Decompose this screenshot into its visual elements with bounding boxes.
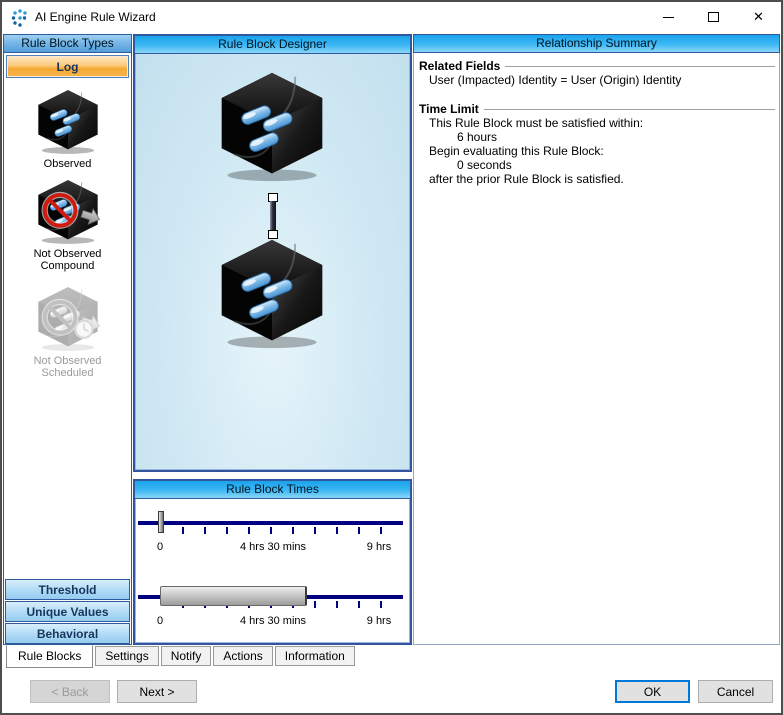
type-label: Not Observed Compound — [13, 248, 123, 272]
close-icon: ✕ — [753, 9, 764, 25]
tab-actions[interactable]: Actions — [213, 646, 272, 666]
relationship-summary-header: Relationship Summary — [413, 34, 780, 53]
unique-values-category-button[interactable]: Unique Values — [5, 601, 130, 622]
slider-track[interactable] — [138, 521, 403, 525]
behavioral-category-button[interactable]: Behavioral — [5, 623, 130, 644]
heading-text: Time Limit — [419, 102, 479, 116]
tab-notify[interactable]: Notify — [161, 646, 212, 666]
rule-block-1-cube[interactable] — [212, 71, 332, 183]
observed-cube-icon — [33, 89, 103, 155]
rule-block-2-cube[interactable] — [212, 238, 332, 350]
rule-block-types-panel: Rule Block Types Log Observed Not Observ… — [3, 34, 132, 645]
scale-mid-label: 4 hrs 30 mins — [240, 615, 306, 627]
heading-text: Related Fields — [419, 59, 500, 73]
type-label: Not Observed Scheduled — [13, 355, 123, 379]
etched-rule — [484, 109, 775, 111]
main-area: Rule Block Types Log Observed Not Observ… — [2, 33, 781, 645]
maximize-button[interactable] — [691, 2, 736, 32]
time-range-bar[interactable] — [160, 586, 307, 606]
title-bar: AI Engine Rule Wizard ✕ — [2, 2, 781, 33]
time-limit-line-2: Begin evaluating this Rule Block: — [429, 145, 775, 158]
time-limit-line-3: after the prior Rule Block is satisfied. — [429, 173, 775, 186]
tick — [270, 527, 272, 534]
related-fields-line: User (Impacted) Identity = User (Origin)… — [429, 74, 775, 87]
scale-max-label: 9 hrs — [367, 615, 391, 627]
tick — [336, 527, 338, 534]
scale-min-label: 0 — [157, 541, 163, 553]
tick — [336, 601, 338, 608]
tick — [358, 527, 360, 534]
slider-scale-labels: 0 4 hrs 30 mins 9 hrs — [138, 541, 403, 555]
time-limit-heading: Time Limit — [419, 102, 775, 116]
log-type-button[interactable]: Log — [6, 55, 129, 78]
rule-block-1-time-slider: 0 4 hrs 30 mins 9 hrs — [138, 511, 403, 563]
times-area: 0 4 hrs 30 mins 9 hrs — [136, 499, 409, 642]
minimize-icon — [663, 17, 674, 18]
cancel-button[interactable]: Cancel — [698, 680, 773, 703]
tick — [380, 527, 382, 534]
tick — [204, 527, 206, 534]
footer-bar: < Back Next > OK Cancel — [2, 669, 781, 713]
wizard-tab-strip: Rule Blocks Settings Notify Actions Info… — [2, 645, 781, 669]
tick — [314, 601, 316, 608]
relationship-summary-panel: Relationship Summary Related Fields User… — [413, 34, 780, 645]
app-logo-icon — [10, 8, 30, 28]
rule-block-times-header: Rule Block Times — [134, 480, 411, 499]
tab-information[interactable]: Information — [275, 646, 355, 666]
tick — [358, 601, 360, 608]
tick — [226, 527, 228, 534]
scale-min-label: 0 — [157, 615, 163, 627]
designer-canvas[interactable] — [136, 54, 409, 469]
rule-block-designer-panel: Rule Block Designer — [133, 34, 412, 472]
tick — [380, 601, 382, 608]
not-observed-scheduled-icon — [33, 286, 103, 352]
next-button[interactable]: Next > — [117, 680, 197, 703]
back-button: < Back — [30, 680, 110, 703]
time-limit-value-1: 6 hours — [457, 131, 775, 144]
not-observed-compound-icon — [33, 179, 103, 245]
related-fields-heading: Related Fields — [419, 59, 775, 73]
minimize-button[interactable] — [646, 2, 691, 32]
window-title: AI Engine Rule Wizard — [35, 10, 156, 24]
threshold-category-button[interactable]: Threshold — [5, 579, 130, 600]
rule-block-types-header: Rule Block Types — [3, 34, 132, 53]
tab-rule-blocks[interactable]: Rule Blocks — [6, 645, 93, 668]
type-label: Observed — [13, 158, 123, 170]
etched-rule — [505, 66, 775, 68]
rule-block-designer-header: Rule Block Designer — [134, 35, 411, 54]
time-limit-value-2: 0 seconds — [457, 159, 775, 172]
designer-column: Rule Block Designer Rule Block Times — [133, 34, 412, 645]
type-item-not-observed-compound[interactable]: Not Observed Compound — [4, 179, 131, 272]
maximize-icon — [708, 12, 719, 22]
ok-button[interactable]: OK — [615, 680, 690, 703]
tick — [292, 527, 294, 534]
type-item-observed[interactable]: Observed — [4, 89, 131, 170]
type-item-not-observed-scheduled: Not Observed Scheduled — [4, 286, 131, 379]
close-button[interactable]: ✕ — [736, 2, 781, 32]
scale-mid-label: 4 hrs 30 mins — [240, 541, 306, 553]
tick — [314, 527, 316, 534]
tab-settings[interactable]: Settings — [95, 646, 158, 666]
tick — [182, 527, 184, 534]
slider-thumb[interactable] — [158, 511, 164, 533]
slider-scale-labels: 0 4 hrs 30 mins 9 hrs — [138, 615, 403, 629]
rule-block-2-time-slider: 0 4 hrs 30 mins 9 hrs — [138, 585, 403, 637]
time-limit-line-1: This Rule Block must be satisfied within… — [429, 117, 775, 130]
summary-content: Related Fields User (Impacted) Identity … — [414, 53, 779, 186]
scale-max-label: 9 hrs — [367, 541, 391, 553]
connector-bar — [270, 201, 276, 231]
rule-block-times-panel: Rule Block Times — [133, 479, 412, 645]
ai-engine-rule-wizard-window: AI Engine Rule Wizard ✕ Rule Block Types… — [0, 0, 783, 715]
tick — [248, 527, 250, 534]
